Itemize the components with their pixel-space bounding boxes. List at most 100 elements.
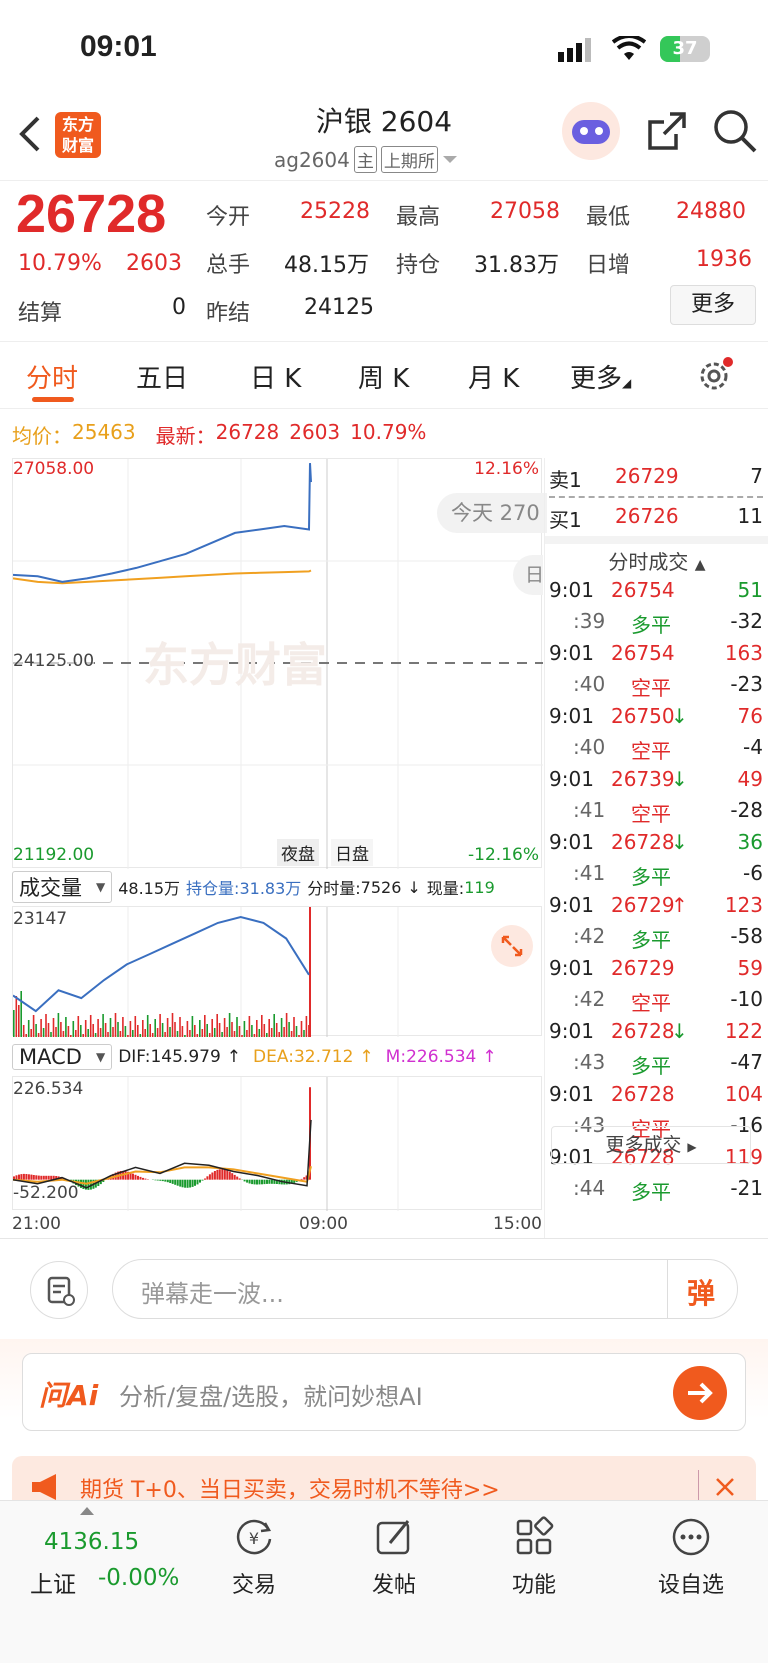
- volume-bar: [129, 1021, 132, 1037]
- volume-bar: [146, 1015, 149, 1037]
- bid-row[interactable]: 买1 26726 11: [545, 498, 768, 534]
- trade-time: 9:01: [549, 767, 594, 791]
- volume-selector[interactable]: 成交量 ▼: [12, 871, 113, 903]
- ask-row[interactable]: 卖1 26729 7: [545, 458, 768, 494]
- macd-bar: [32, 1175, 35, 1180]
- nav-function[interactable]: 功能: [494, 1515, 574, 1615]
- trade-delta: -21: [730, 1176, 763, 1200]
- macd-bar: [139, 1176, 142, 1180]
- tab-more-label: 更多: [570, 364, 623, 394]
- danmu-toggle-icon[interactable]: 弹: [687, 1272, 715, 1312]
- volume-bar: [22, 1025, 25, 1037]
- nav-watchlist[interactable]: 设自选: [646, 1515, 736, 1615]
- macd-bar: [300, 1178, 303, 1180]
- tab-daily-k[interactable]: 日 K: [250, 358, 301, 395]
- macd-bar: [201, 1179, 204, 1181]
- volume-bar: [206, 1024, 208, 1037]
- oi-short-value: 31.83万: [239, 879, 302, 898]
- macd-bar: [211, 1172, 214, 1180]
- intraday-chart[interactable]: 东方财富 27058.00 12.16% 24125.00 21192.00 -…: [12, 458, 547, 869]
- more-button[interactable]: 更多: [670, 285, 756, 325]
- macd-bar: [132, 1173, 134, 1180]
- trade-row: 9:01 26750 ↓ 76:40 空平 -4: [545, 704, 768, 767]
- volume-bar: [32, 1015, 35, 1037]
- index-ticker[interactable]: 4136.15 上证 -0.00%: [30, 1507, 200, 1617]
- today-bubble[interactable]: 今天 270: [437, 493, 547, 533]
- trade-row: 9:01 26754 163:40 空平 -23: [545, 641, 768, 704]
- volume-bar: [263, 1024, 266, 1037]
- tab-intraday[interactable]: 分时: [26, 358, 78, 395]
- ai-go-icon[interactable]: [673, 1366, 727, 1420]
- ai-logo: 问Ai: [39, 1379, 99, 1412]
- volume-bar: [151, 1033, 154, 1037]
- chart-bottom-price: 21192.00: [13, 845, 95, 865]
- svg-text:¥: ¥: [249, 1529, 259, 1548]
- index-change: -0.00%: [98, 1565, 180, 1591]
- settings-gear-icon[interactable]: [696, 356, 734, 394]
- volume-bar: [300, 1021, 303, 1037]
- vol-label: 总手: [206, 253, 251, 278]
- volume-bar: [20, 991, 22, 1037]
- caret-up-icon: [80, 1507, 94, 1515]
- trade-type: 多平: [631, 613, 671, 637]
- share-icon[interactable]: [646, 110, 688, 152]
- open-value: 25228: [300, 199, 370, 224]
- volume-bar: [186, 1021, 189, 1037]
- search-icon[interactable]: [712, 108, 758, 154]
- tab-more[interactable]: 更多◢: [570, 358, 631, 395]
- expand-icon[interactable]: [491, 925, 533, 967]
- volume-bar: [67, 1026, 70, 1037]
- ai-input[interactable]: 问Ai 分析/复盘/选股，就问妙想AI: [22, 1353, 746, 1431]
- wifi-icon: [612, 36, 646, 60]
- volume-bar: [47, 1023, 50, 1037]
- volume-bar: [52, 1018, 55, 1037]
- dea-label: DEA:: [253, 1047, 294, 1067]
- danmu-input[interactable]: 弹幕走一波... 弹: [112, 1259, 738, 1319]
- trade-type: 空平: [631, 991, 671, 1015]
- trade-volume: 49: [737, 767, 763, 791]
- volume-bar: [248, 1016, 251, 1037]
- macd-bar: [199, 1179, 201, 1183]
- dea-value: 32.712: [293, 1047, 354, 1067]
- post-edit-icon: [376, 1520, 410, 1555]
- note-icon[interactable]: [30, 1261, 88, 1319]
- trade-delta: -47: [730, 1050, 763, 1074]
- ai-robot-avatar[interactable]: [562, 102, 620, 160]
- macd-selector[interactable]: MACD ▼: [12, 1044, 113, 1070]
- tab-monthly-k[interactable]: 月 K: [468, 358, 519, 395]
- trade-volume: 59: [737, 956, 763, 980]
- volume-chart[interactable]: 23147: [12, 906, 542, 1037]
- volume-bar: [169, 1027, 171, 1037]
- volume-bar: [278, 1032, 280, 1037]
- macd-bar: [303, 1177, 306, 1180]
- session-day-label: 日盘: [331, 839, 373, 866]
- tab-weekly-k[interactable]: 周 K: [358, 358, 409, 395]
- subtitle[interactable]: ag2604 主 上期所: [274, 146, 458, 173]
- volume-bar: [226, 1027, 228, 1037]
- volume-bar: [154, 1019, 156, 1037]
- trade-volume: 122: [724, 1019, 763, 1043]
- volume-indicator-row: 成交量 ▼ 48.15万 持仓量: 31.83万 分时量: 7526 ↓ 现量: …: [12, 870, 542, 904]
- tab-five-day[interactable]: 五日: [136, 358, 188, 395]
- trade-delta: -23: [730, 672, 763, 696]
- volume-bar: [142, 1020, 144, 1037]
- price-line: [13, 463, 312, 583]
- trade-type: 多平: [631, 928, 671, 952]
- close-icon[interactable]: [714, 1476, 736, 1498]
- trade-delta: -32: [730, 609, 763, 633]
- volume-bar: [72, 1021, 75, 1037]
- volume-bar: [132, 1030, 134, 1037]
- macd-bar: [196, 1179, 199, 1185]
- macd-chart[interactable]: 226.534 -52.200: [12, 1076, 542, 1211]
- macd-bar: [25, 1174, 28, 1180]
- more-trades-button[interactable]: 更多成交 ▶: [551, 1126, 751, 1164]
- trade-second: :40: [573, 672, 606, 696]
- trade-arrow: ↓: [671, 704, 688, 728]
- volume-bar: [137, 1025, 139, 1037]
- contract-code: ag2604: [274, 147, 350, 172]
- nav-trade-label: 交易: [231, 1573, 276, 1598]
- nav-post[interactable]: 发帖: [354, 1515, 434, 1615]
- open-interest-line: [13, 915, 310, 1013]
- trades-header[interactable]: 分时成交 ▲: [545, 546, 768, 578]
- nav-trade[interactable]: ¥ 交易: [214, 1515, 294, 1615]
